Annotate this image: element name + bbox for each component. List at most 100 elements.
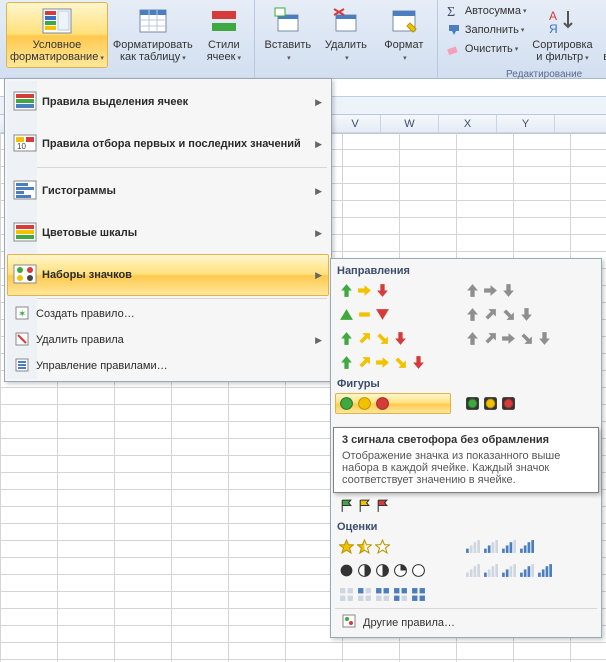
delete-cells-icon xyxy=(330,5,362,37)
format-cells-label: Формат xyxy=(384,39,423,51)
svg-text:А: А xyxy=(549,9,557,23)
delete-cells-label: Удалить xyxy=(325,39,367,51)
menu-item-clear-rules[interactable]: Удалить правила ▶ xyxy=(7,327,329,353)
submenu-arrow-icon: ▶ xyxy=(315,97,322,108)
insert-cells-icon xyxy=(272,5,304,37)
iconset-3-arrows-colored[interactable] xyxy=(335,280,451,301)
gallery-section-ratings: Оценки xyxy=(335,519,597,536)
gallery-more-rules[interactable]: Другие правила… xyxy=(335,608,597,635)
gallery-more-rules-label: Другие правила… xyxy=(363,617,455,629)
data-bars-icon xyxy=(11,176,39,207)
column-header-w[interactable]: W xyxy=(381,115,439,133)
iconset-3-stars[interactable] xyxy=(335,536,451,557)
autosum-button[interactable]: Σ Автосумма ▾ xyxy=(446,2,527,20)
new-rule-icon: ✶ xyxy=(14,305,30,324)
menu-item-manage-rules[interactable]: Управление правилами… xyxy=(7,353,329,379)
cell-styles-icon xyxy=(208,5,240,37)
cell-styles-label-2: ячеек xyxy=(207,51,236,63)
delete-cells-button[interactable]: Удалить ▾ xyxy=(317,2,375,68)
chevron-down-icon: ▾ xyxy=(585,55,589,62)
sort-filter-button[interactable]: АЯ Сортировкаи фильтр▾ xyxy=(526,2,598,68)
tooltip-body: Отображение значка из показанного выше н… xyxy=(342,450,590,486)
insert-cells-label: Вставить xyxy=(265,39,312,51)
submenu-arrow-icon: ▶ xyxy=(315,228,322,239)
top-bottom-icon: 10 xyxy=(11,129,39,160)
conditional-formatting-label-1: Условное xyxy=(33,39,82,51)
format-as-table-label-2: как таблицу xyxy=(120,51,180,63)
format-cells-icon xyxy=(388,5,420,37)
chevron-down-icon: ▾ xyxy=(403,55,407,62)
color-scales-icon xyxy=(11,218,39,249)
menu-item-icon-sets[interactable]: Наборы значков ▶ xyxy=(7,254,329,296)
column-header-x[interactable]: X xyxy=(439,115,497,133)
svg-text:Я: Я xyxy=(549,22,558,36)
submenu-arrow-icon: ▶ xyxy=(315,270,322,281)
iconset-5-arrows-gray[interactable] xyxy=(461,328,577,349)
iconset-5-ratings[interactable] xyxy=(461,560,577,581)
iconset-3-arrows-gray[interactable] xyxy=(461,280,577,301)
chevron-down-icon: ▾ xyxy=(182,55,186,62)
eraser-icon xyxy=(446,41,462,57)
ribbon-group-styles: Условноеформатирование▾ Форматироватькак… xyxy=(0,0,255,78)
format-cells-button[interactable]: Формат ▾ xyxy=(375,2,433,68)
conditional-formatting-icon xyxy=(41,5,73,37)
chevron-down-icon: ▾ xyxy=(100,55,104,62)
ribbon-group-editing: Σ Автосумма ▾ Заполнить ▾ Очистить ▾ АЯ xyxy=(438,0,606,78)
format-as-table-icon xyxy=(137,5,169,37)
tooltip-title: 3 сигнала светофора без обрамления xyxy=(342,434,590,446)
iconset-3-traffic-lights-rimmed[interactable] xyxy=(461,393,577,414)
iconset-5-arrows-colored[interactable] xyxy=(335,352,451,373)
highlight-cells-icon xyxy=(11,87,39,118)
iconset-4-arrows-colored[interactable] xyxy=(335,328,451,349)
iconset-4-arrows-gray[interactable] xyxy=(461,304,577,325)
chevron-down-icon: ▾ xyxy=(237,55,241,62)
column-header-v[interactable]: V xyxy=(330,115,381,133)
conditional-formatting-label-2: форматирование xyxy=(10,51,98,63)
more-rules-icon xyxy=(341,613,357,632)
conditional-formatting-menu: Правила выделения ячеек ▶ 10 Правила отб… xyxy=(4,78,332,382)
icon-sets-icon xyxy=(11,260,39,291)
format-as-table-label-1: Форматировать xyxy=(113,39,193,51)
chevron-down-icon: ▾ xyxy=(515,45,519,53)
chevron-down-icon: ▾ xyxy=(521,26,525,34)
chevron-down-icon: ▾ xyxy=(345,55,349,62)
column-header-y[interactable]: Y xyxy=(497,115,555,133)
icon-sets-gallery: Направления xyxy=(330,258,602,638)
cell-styles-label-1: Стили xyxy=(208,39,240,51)
menu-item-data-bars[interactable]: Гистограммы ▶ xyxy=(7,170,329,212)
find-select-button[interactable]: Найтивыдели xyxy=(598,2,606,68)
iconset-3-flags[interactable] xyxy=(335,495,451,516)
submenu-arrow-icon: ▶ xyxy=(315,186,322,197)
insert-cells-button[interactable]: Вставить ▾ xyxy=(259,2,317,68)
chevron-down-icon: ▾ xyxy=(287,55,291,62)
iconset-5-quarters[interactable] xyxy=(335,560,451,581)
submenu-arrow-icon: ▶ xyxy=(315,335,322,346)
iconset-5-boxes[interactable] xyxy=(335,584,451,605)
gallery-section-shapes: Фигуры xyxy=(335,376,597,393)
iconset-3-traffic-lights-unrimmed[interactable] xyxy=(335,393,451,414)
menu-item-new-rule[interactable]: ✶ Создать правило… xyxy=(7,301,329,327)
submenu-arrow-icon: ▶ xyxy=(315,139,322,150)
iconset-4-ratings[interactable] xyxy=(461,536,577,557)
menu-item-color-scales[interactable]: Цветовые шкалы ▶ xyxy=(7,212,329,254)
tooltip: 3 сигнала светофора без обрамления Отобр… xyxy=(333,427,599,493)
fill-down-icon xyxy=(446,22,462,38)
svg-text:Σ: Σ xyxy=(447,5,455,19)
sort-filter-icon: АЯ xyxy=(546,5,578,37)
menu-item-highlight-cells-rules[interactable]: Правила выделения ячеек ▶ xyxy=(7,81,329,123)
cell-styles-button[interactable]: Стилиячеек▾ xyxy=(198,2,250,68)
menu-item-top-bottom-rules[interactable]: 10 Правила отбора первых и последних зна… xyxy=(7,123,329,165)
gallery-section-directions: Направления xyxy=(335,263,597,280)
manage-rules-icon xyxy=(14,357,30,376)
clear-rules-icon xyxy=(14,331,30,350)
format-as-table-button[interactable]: Форматироватькак таблицу▾ xyxy=(108,2,198,68)
fill-button[interactable]: Заполнить ▾ xyxy=(446,21,527,39)
ribbon-group-editing-label: Редактирование xyxy=(442,68,606,80)
ribbon-group-cells: Вставить▾ Удалить▾ Формат▾ . xyxy=(255,0,438,78)
sigma-icon: Σ xyxy=(446,3,462,19)
svg-text:✶: ✶ xyxy=(18,309,26,320)
clear-button[interactable]: Очистить ▾ xyxy=(446,40,527,58)
ribbon: Условноеформатирование▾ Форматироватькак… xyxy=(0,0,606,79)
conditional-formatting-button[interactable]: Условноеформатирование▾ xyxy=(6,2,108,68)
iconset-3-triangles[interactable] xyxy=(335,304,451,325)
